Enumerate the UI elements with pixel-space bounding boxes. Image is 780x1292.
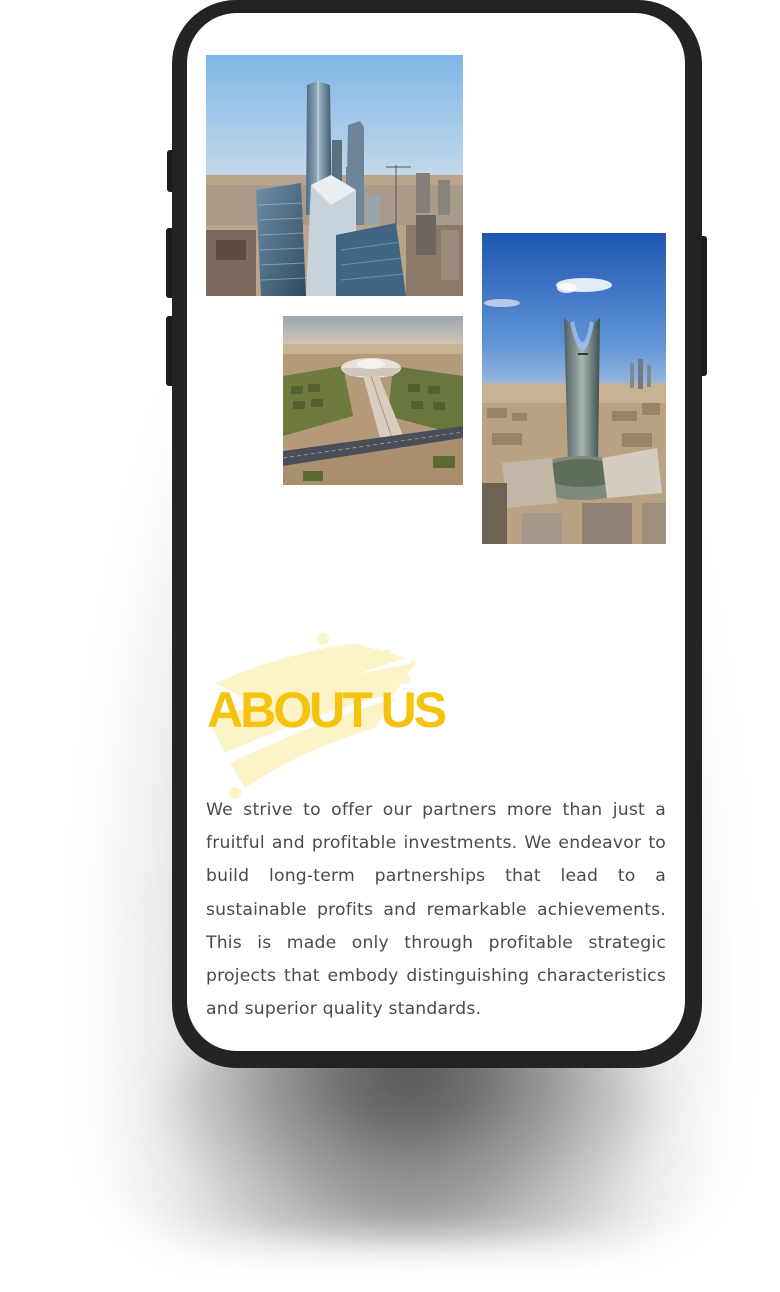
- airport-aerial-photo: [283, 316, 463, 485]
- stage: ABOUT US We strive to offer our partners…: [0, 0, 780, 1292]
- about-title: ABOUT US: [207, 682, 447, 738]
- phone-screen[interactable]: ABOUT US We strive to offer our partners…: [187, 13, 685, 1051]
- about-description: We strive to offer our partners more tha…: [206, 800, 666, 1020]
- kingdom-tower-photo: [482, 233, 666, 544]
- city-skyline-photo: [206, 55, 463, 296]
